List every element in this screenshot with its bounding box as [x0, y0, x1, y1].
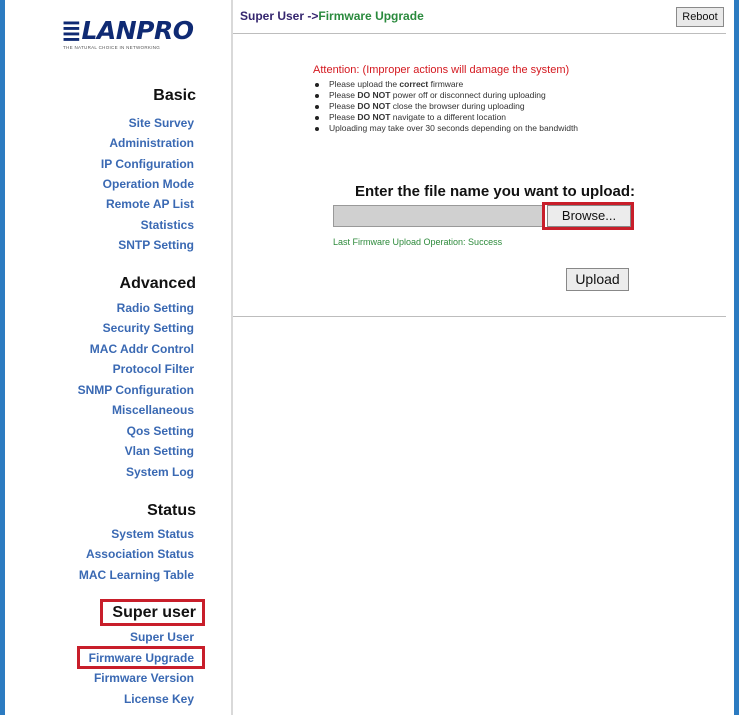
nav-mac-learning-table[interactable]: MAC Learning Table: [79, 568, 194, 582]
nav-snmp-configuration[interactable]: SNMP Configuration: [78, 383, 194, 397]
nav-association-status[interactable]: Association Status: [86, 547, 194, 561]
section-title-basic: Basic: [153, 87, 196, 104]
nav-firmware-version[interactable]: Firmware Version: [94, 671, 194, 685]
reboot-button[interactable]: Reboot: [676, 7, 724, 27]
nav-qos-setting[interactable]: Qos Setting: [127, 424, 194, 438]
warning-item: Please upload the correct firmware: [313, 79, 578, 90]
breadcrumb-current: Firmware Upgrade: [318, 9, 424, 23]
browse-highlight-box: [542, 202, 634, 230]
nav-administration[interactable]: Administration: [109, 136, 194, 150]
nav-security-setting[interactable]: Security Setting: [103, 321, 194, 335]
breadcrumb: Super User ->Firmware Upgrade: [240, 9, 424, 23]
nav-protocol-filter[interactable]: Protocol Filter: [113, 362, 194, 376]
frame-divider: [231, 0, 233, 715]
logo-wordmark: ≣LANPRO: [61, 16, 194, 45]
nav-radio-setting[interactable]: Radio Setting: [117, 301, 194, 315]
nav-system-status[interactable]: System Status: [111, 527, 194, 541]
warning-item: Uploading may take over 30 seconds depen…: [313, 123, 578, 134]
last-upload-status: Last Firmware Upload Operation: Success: [333, 237, 503, 247]
content-divider: [233, 316, 726, 317]
attention-heading: Attention: (Improper actions will damage…: [313, 64, 570, 76]
breadcrumb-parent: Super User ->: [240, 9, 319, 23]
file-name-input[interactable]: [333, 205, 543, 227]
lanpro-logo: ≣LANPRO THE NATURAL CHOICE IN NETWORKING: [61, 16, 211, 50]
nav-mac-addr-control[interactable]: MAC Addr Control: [90, 342, 194, 356]
nav-operation-mode[interactable]: Operation Mode: [103, 177, 194, 191]
super-user-highlight-box: [100, 599, 205, 626]
nav-miscellaneous[interactable]: Miscellaneous: [112, 403, 194, 417]
upload-button[interactable]: Upload: [566, 268, 629, 291]
sidebar: ≣LANPRO THE NATURAL CHOICE IN NETWORKING…: [5, 0, 231, 715]
warning-list: Please upload the correct firmware Pleas…: [313, 79, 578, 134]
header-divider: [233, 33, 726, 34]
logo-tagline: THE NATURAL CHOICE IN NETWORKING: [63, 45, 161, 50]
nav-license-key[interactable]: License Key: [124, 692, 194, 706]
window-frame-right: [734, 0, 739, 715]
section-title-status: Status: [147, 502, 196, 519]
nav-site-survey[interactable]: Site Survey: [129, 116, 194, 130]
firmware-upgrade-highlight-box: [77, 646, 205, 669]
section-title-advanced: Advanced: [119, 275, 196, 292]
nav-vlan-setting[interactable]: Vlan Setting: [125, 444, 194, 458]
warning-item: Please DO NOT close the browser during u…: [313, 101, 578, 112]
warning-item: Please DO NOT navigate to a different lo…: [313, 112, 578, 123]
nav-system-log[interactable]: System Log: [126, 465, 194, 479]
warning-item: Please DO NOT power off or disconnect du…: [313, 90, 578, 101]
nav-sntp-setting[interactable]: SNTP Setting: [118, 238, 194, 252]
nav-ip-configuration[interactable]: IP Configuration: [101, 157, 194, 171]
upload-heading: Enter the file name you want to upload:: [355, 183, 636, 200]
nav-super-user[interactable]: Super User: [130, 630, 194, 644]
nav-remote-ap-list[interactable]: Remote AP List: [106, 197, 194, 211]
nav-statistics[interactable]: Statistics: [141, 218, 194, 232]
